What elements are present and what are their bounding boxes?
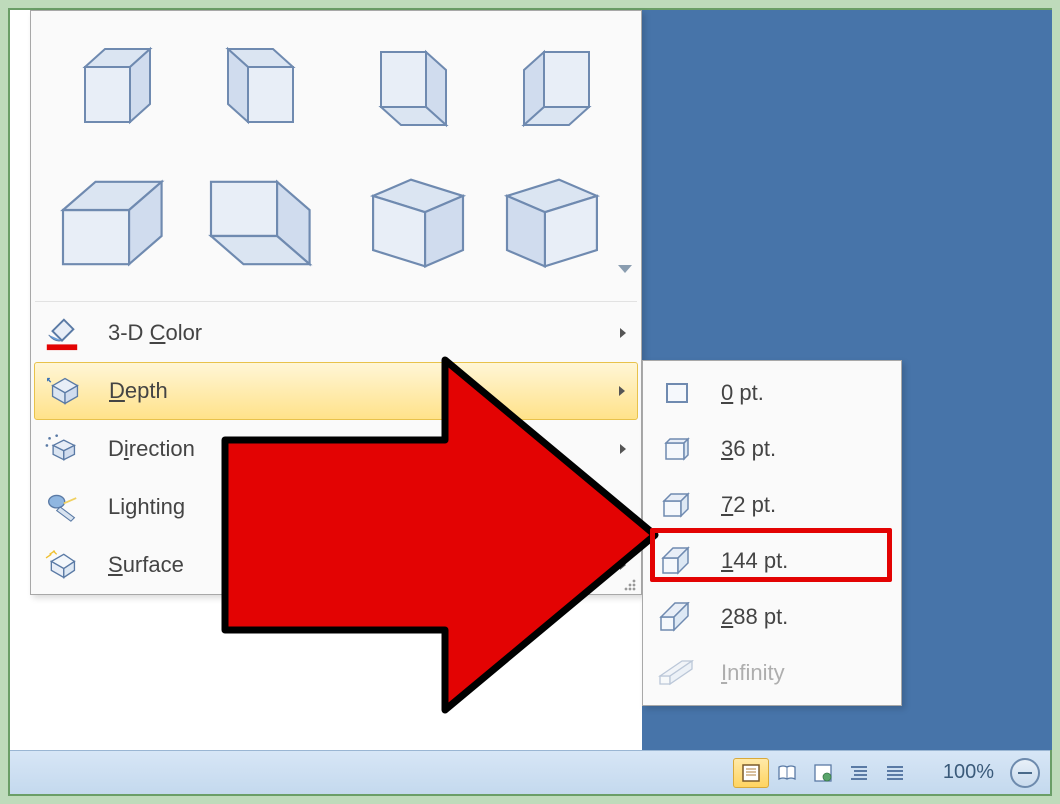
depth-swatch-icon	[643, 491, 711, 519]
depth-option-144[interactable]: 144 pt.	[643, 533, 901, 589]
cube-icon	[356, 37, 466, 137]
depth-swatch-icon	[643, 602, 711, 632]
cube-icon	[504, 37, 614, 137]
surface-cube-icon	[31, 536, 93, 594]
lighting-spotlight-icon	[31, 478, 93, 536]
cube-icon	[198, 168, 328, 278]
draft-icon	[884, 763, 906, 783]
menu-3d-color[interactable]: 3-D Color	[31, 304, 641, 362]
direction-cube-icon	[31, 420, 93, 478]
divider	[35, 301, 637, 302]
cube-icon	[60, 37, 170, 137]
preset-oblique-top-left[interactable]	[191, 21, 335, 153]
preset-oblique-bottom-right[interactable]	[339, 21, 483, 153]
submenu-arrow-icon	[615, 499, 631, 515]
depth-option-288[interactable]: 288 pt.	[643, 589, 901, 645]
scroll-down-icon[interactable]	[613, 257, 637, 281]
cube-icon	[346, 168, 476, 278]
depth-label: 36 pt.	[711, 436, 889, 462]
view-outline-button[interactable]	[841, 758, 877, 788]
depth-submenu: 0 pt. 36 pt. 72 pt.	[642, 360, 902, 706]
effects-dropdown-menu: 3-D Color Depth	[30, 10, 642, 595]
depth-option-36[interactable]: 36 pt.	[643, 421, 901, 477]
view-normal-button[interactable]	[733, 758, 769, 788]
submenu-arrow-icon	[615, 557, 631, 573]
preset-perspective-below[interactable]	[191, 157, 335, 289]
preset-perspective-left[interactable]	[339, 157, 483, 289]
depth-label: 288 pt.	[711, 604, 889, 630]
menu-surface[interactable]: Surface	[31, 536, 641, 594]
preset-perspective-right[interactable]	[487, 157, 631, 289]
depth-label: 144 pt.	[711, 548, 889, 574]
menu-depth[interactable]: Depth	[34, 362, 638, 420]
menu-label: Direction	[93, 436, 615, 462]
cube-icon	[50, 168, 180, 278]
preset-perspective-above[interactable]	[43, 157, 187, 289]
book-icon	[776, 763, 798, 783]
preset-3d-grid	[31, 11, 641, 299]
submenu-arrow-icon	[615, 441, 631, 457]
depth-swatch-icon	[643, 660, 711, 686]
depth-swatch-icon	[643, 546, 711, 576]
depth-label: 72 pt.	[711, 492, 889, 518]
depth-swatch-icon	[643, 380, 711, 406]
submenu-arrow-icon	[615, 325, 631, 341]
depth-cube-icon	[35, 362, 94, 420]
preset-oblique-top-right[interactable]	[43, 21, 187, 153]
zoom-level[interactable]: 100%	[943, 761, 994, 784]
bucket-color-icon	[31, 304, 93, 362]
menu-label: Surface	[93, 552, 615, 578]
depth-option-0[interactable]: 0 pt.	[643, 365, 901, 421]
submenu-arrow-icon	[614, 383, 630, 399]
resize-grip-icon[interactable]	[621, 576, 637, 592]
app-frame: 3-D Color Depth	[8, 8, 1052, 796]
menu-label: 3-D Color	[93, 320, 615, 346]
menu-label: Depth	[94, 378, 614, 404]
view-draft-button[interactable]	[877, 758, 913, 788]
outline-icon	[848, 763, 870, 783]
depth-swatch-icon	[643, 435, 711, 463]
menu-direction[interactable]: Direction	[31, 420, 641, 478]
view-web-button[interactable]	[805, 758, 841, 788]
view-switcher	[733, 758, 913, 788]
status-bar: 100%	[10, 750, 1050, 794]
page-web-icon	[812, 763, 834, 783]
cube-icon	[208, 37, 318, 137]
depth-option-72[interactable]: 72 pt.	[643, 477, 901, 533]
page-icon	[740, 763, 762, 783]
depth-label: 0 pt.	[711, 380, 889, 406]
depth-label: Infinity	[711, 660, 889, 686]
depth-option-infinity[interactable]: Infinity	[643, 645, 901, 701]
preset-oblique-bottom-left[interactable]	[487, 21, 631, 153]
view-reading-button[interactable]	[769, 758, 805, 788]
menu-lighting[interactable]: Lighting	[31, 478, 641, 536]
menu-label: Lighting	[93, 494, 615, 520]
zoom-out-button[interactable]	[1010, 758, 1040, 788]
cube-icon	[494, 168, 624, 278]
